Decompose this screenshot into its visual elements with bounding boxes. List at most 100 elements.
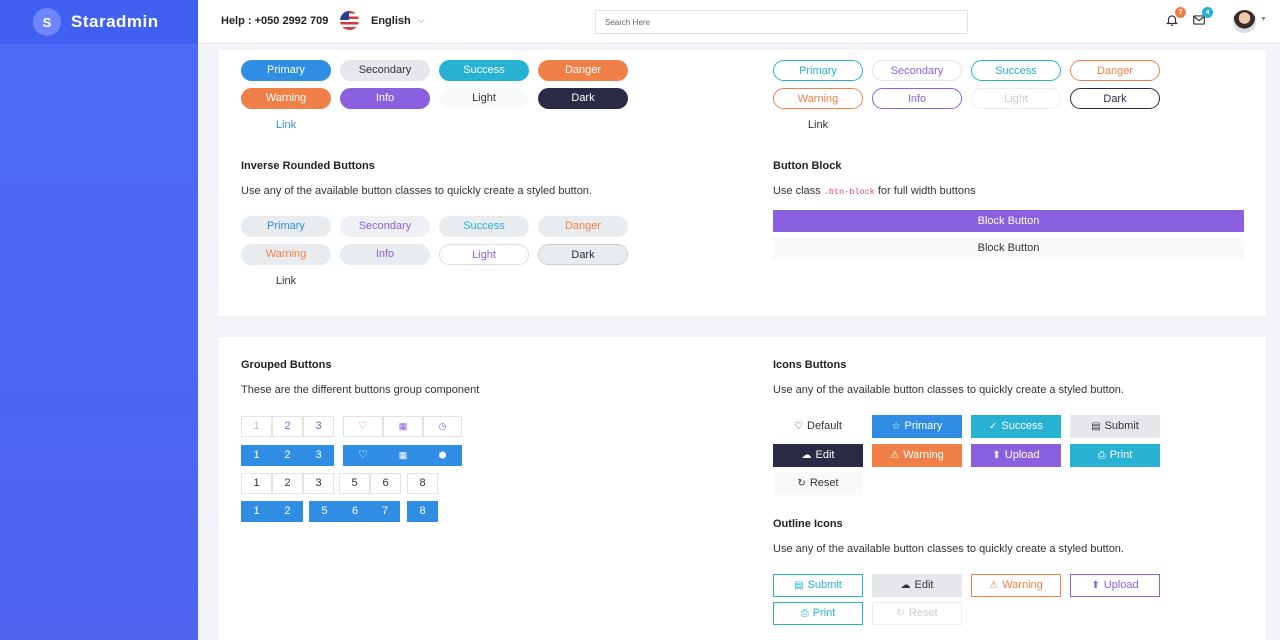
group2-button-1[interactable]: 1 <box>241 445 272 466</box>
rounded-light-button[interactable]: Light <box>439 88 529 109</box>
icon-default-button[interactable]: ♡ Default <box>773 415 863 438</box>
group1-button-1[interactable]: 1 <box>241 416 272 437</box>
rounded-warning-button[interactable]: Warning <box>241 88 331 109</box>
outline-reset-label: Reset <box>908 607 938 619</box>
group1-button-3[interactable]: 3 <box>303 416 334 437</box>
cloud-icon: ☁ <box>900 580 911 591</box>
outline-icons-title: Outline Icons <box>773 518 843 530</box>
outline-submit-label: Submit <box>807 579 842 591</box>
outline-link-button[interactable]: Link <box>773 115 863 136</box>
printer-icon: ⎙ <box>800 608 809 619</box>
group1-clock-button[interactable]: ◷ <box>423 416 462 437</box>
rounded-info-button[interactable]: Info <box>340 88 430 109</box>
group1-button-2[interactable]: 2 <box>272 416 303 437</box>
outline-reset-button[interactable]: ↻ Reset <box>872 602 962 625</box>
rounded-danger-button[interactable]: Danger <box>538 60 628 81</box>
inverse-link-button[interactable]: Link <box>241 271 331 292</box>
user-avatar[interactable] <box>1233 10 1256 33</box>
chevron-down-icon: ⌵ <box>417 15 425 25</box>
messages-badge: 4 <box>1202 7 1213 18</box>
cloud-icon: ☁ <box>801 450 812 461</box>
outline-dark-button[interactable]: Dark <box>1070 88 1160 109</box>
toolbar1-button-2[interactable]: 2 <box>272 473 303 494</box>
messages-button[interactable]: 4 <box>1192 7 1213 29</box>
clock-icon: ◷ <box>438 421 447 431</box>
outline-danger-button[interactable]: Danger <box>1070 60 1160 81</box>
toolbar1-button-5[interactable]: 5 <box>339 473 370 494</box>
icon-primary-button[interactable]: ☆ Primary <box>872 415 962 438</box>
inverse-primary-button[interactable]: Primary <box>241 216 331 237</box>
rounded-dark-button[interactable]: Dark <box>538 88 628 109</box>
inverse-light-button[interactable]: Light <box>439 244 529 265</box>
toolbar2-button-6[interactable]: 6 <box>340 501 370 522</box>
icon-reset-button[interactable]: ↻ Reset <box>773 472 863 495</box>
button-block-desc-suffix: for full width buttons <box>877 185 976 197</box>
group1-heart-button[interactable]: ♡ <box>343 416 383 437</box>
help-phone: Help : +050 2992 709 <box>221 15 329 27</box>
check-icon: ✓ <box>989 421 998 432</box>
heart-icon: ♡ <box>794 421 804 432</box>
inverse-rounded-description: Use any of the available button classes … <box>241 185 592 197</box>
inverse-success-button[interactable]: Success <box>439 216 529 237</box>
rounded-link-button[interactable]: Link <box>241 115 331 136</box>
inverse-danger-button[interactable]: Danger <box>538 216 628 237</box>
icon-edit-button[interactable]: ☁ Edit <box>773 444 863 467</box>
toolbar2-button-1[interactable]: 1 <box>241 501 272 522</box>
inverse-rounded-title: Inverse Rounded Buttons <box>241 160 375 172</box>
block-button-primary[interactable]: Block Button <box>773 210 1244 232</box>
icon-upload-button[interactable]: ⬆ Upload <box>971 444 1061 467</box>
toolbar1-button-6[interactable]: 6 <box>370 473 401 494</box>
group2-button-2[interactable]: 2 <box>272 445 303 466</box>
group1-calendar-button[interactable]: ▦ <box>383 416 423 437</box>
language-label: English <box>371 14 411 27</box>
outline-print-button[interactable]: ⎙ Print <box>773 602 863 625</box>
inverse-info-button[interactable]: Info <box>340 244 430 265</box>
heart-icon: ♡ <box>358 449 368 461</box>
outline-edit-button[interactable]: ☁ Edit <box>872 574 962 597</box>
outline-info-button[interactable]: Info <box>872 88 962 109</box>
outline-primary-button[interactable]: Primary <box>773 60 863 81</box>
icon-reset-label: Reset <box>809 477 839 489</box>
toolbar1-button-3[interactable]: 3 <box>303 473 334 494</box>
notifications-button[interactable]: 7 <box>1165 7 1186 29</box>
outline-submit-button[interactable]: ▤ Submit <box>773 574 863 597</box>
group2-heart-button[interactable]: ♡ <box>343 445 383 466</box>
toolbar2-button-8[interactable]: 8 <box>407 501 438 522</box>
outline-warning-button[interactable]: Warning <box>773 88 863 109</box>
icon-warning-label: Warning <box>903 449 944 461</box>
icon-warning-button[interactable]: ⚠ Warning <box>872 444 962 467</box>
inverse-warning-button[interactable]: Warning <box>241 244 331 265</box>
search-input[interactable] <box>595 10 968 34</box>
icon-success-button[interactable]: ✓ Success <box>971 415 1061 438</box>
outline-light-button[interactable]: Light <box>971 88 1061 109</box>
brand[interactable]: S Staradmin <box>0 0 198 44</box>
outline-success-button[interactable]: Success <box>971 60 1061 81</box>
toolbar1-button-1[interactable]: 1 <box>241 473 272 494</box>
block-button-light[interactable]: Block Button <box>773 237 1244 259</box>
outline-upload-button[interactable]: ⬆ Upload <box>1070 574 1160 597</box>
group2-button-3[interactable]: 3 <box>303 445 334 466</box>
rounded-secondary-button[interactable]: Secondary <box>340 60 430 81</box>
printer-icon: ⎙ <box>1097 450 1106 461</box>
language-selector[interactable]: English ⌵ <box>340 11 425 30</box>
toolbar2-button-7[interactable]: 7 <box>370 501 400 522</box>
upload-icon: ⬆ <box>1091 580 1100 591</box>
toolbar1-button-8[interactable]: 8 <box>407 473 438 494</box>
rounded-success-button[interactable]: Success <box>439 60 529 81</box>
outline-warning-button-icon[interactable]: ⚠ Warning <box>971 574 1061 597</box>
icon-submit-button[interactable]: ▤ Submit <box>1070 415 1160 438</box>
outline-edit-label: Edit <box>914 579 934 591</box>
outline-icons-description: Use any of the available button classes … <box>773 543 1124 555</box>
group2-calendar-button[interactable]: ▦ <box>383 445 423 466</box>
avatar-chevron-icon[interactable]: ▼ <box>1260 16 1267 23</box>
group2-settings-button[interactable]: ⬢ <box>423 445 462 466</box>
toolbar2-button-2[interactable]: 2 <box>272 501 303 522</box>
inverse-secondary-button[interactable]: Secondary <box>340 216 430 237</box>
inverse-dark-button[interactable]: Dark <box>538 244 628 265</box>
toolbar2-button-5[interactable]: 5 <box>309 501 340 522</box>
rounded-primary-button[interactable]: Primary <box>241 60 331 81</box>
file-icon: ▤ <box>794 580 804 591</box>
reload-icon: ↻ <box>797 478 806 489</box>
icon-print-button[interactable]: ⎙ Print <box>1070 444 1160 467</box>
outline-secondary-button[interactable]: Secondary <box>872 60 962 81</box>
